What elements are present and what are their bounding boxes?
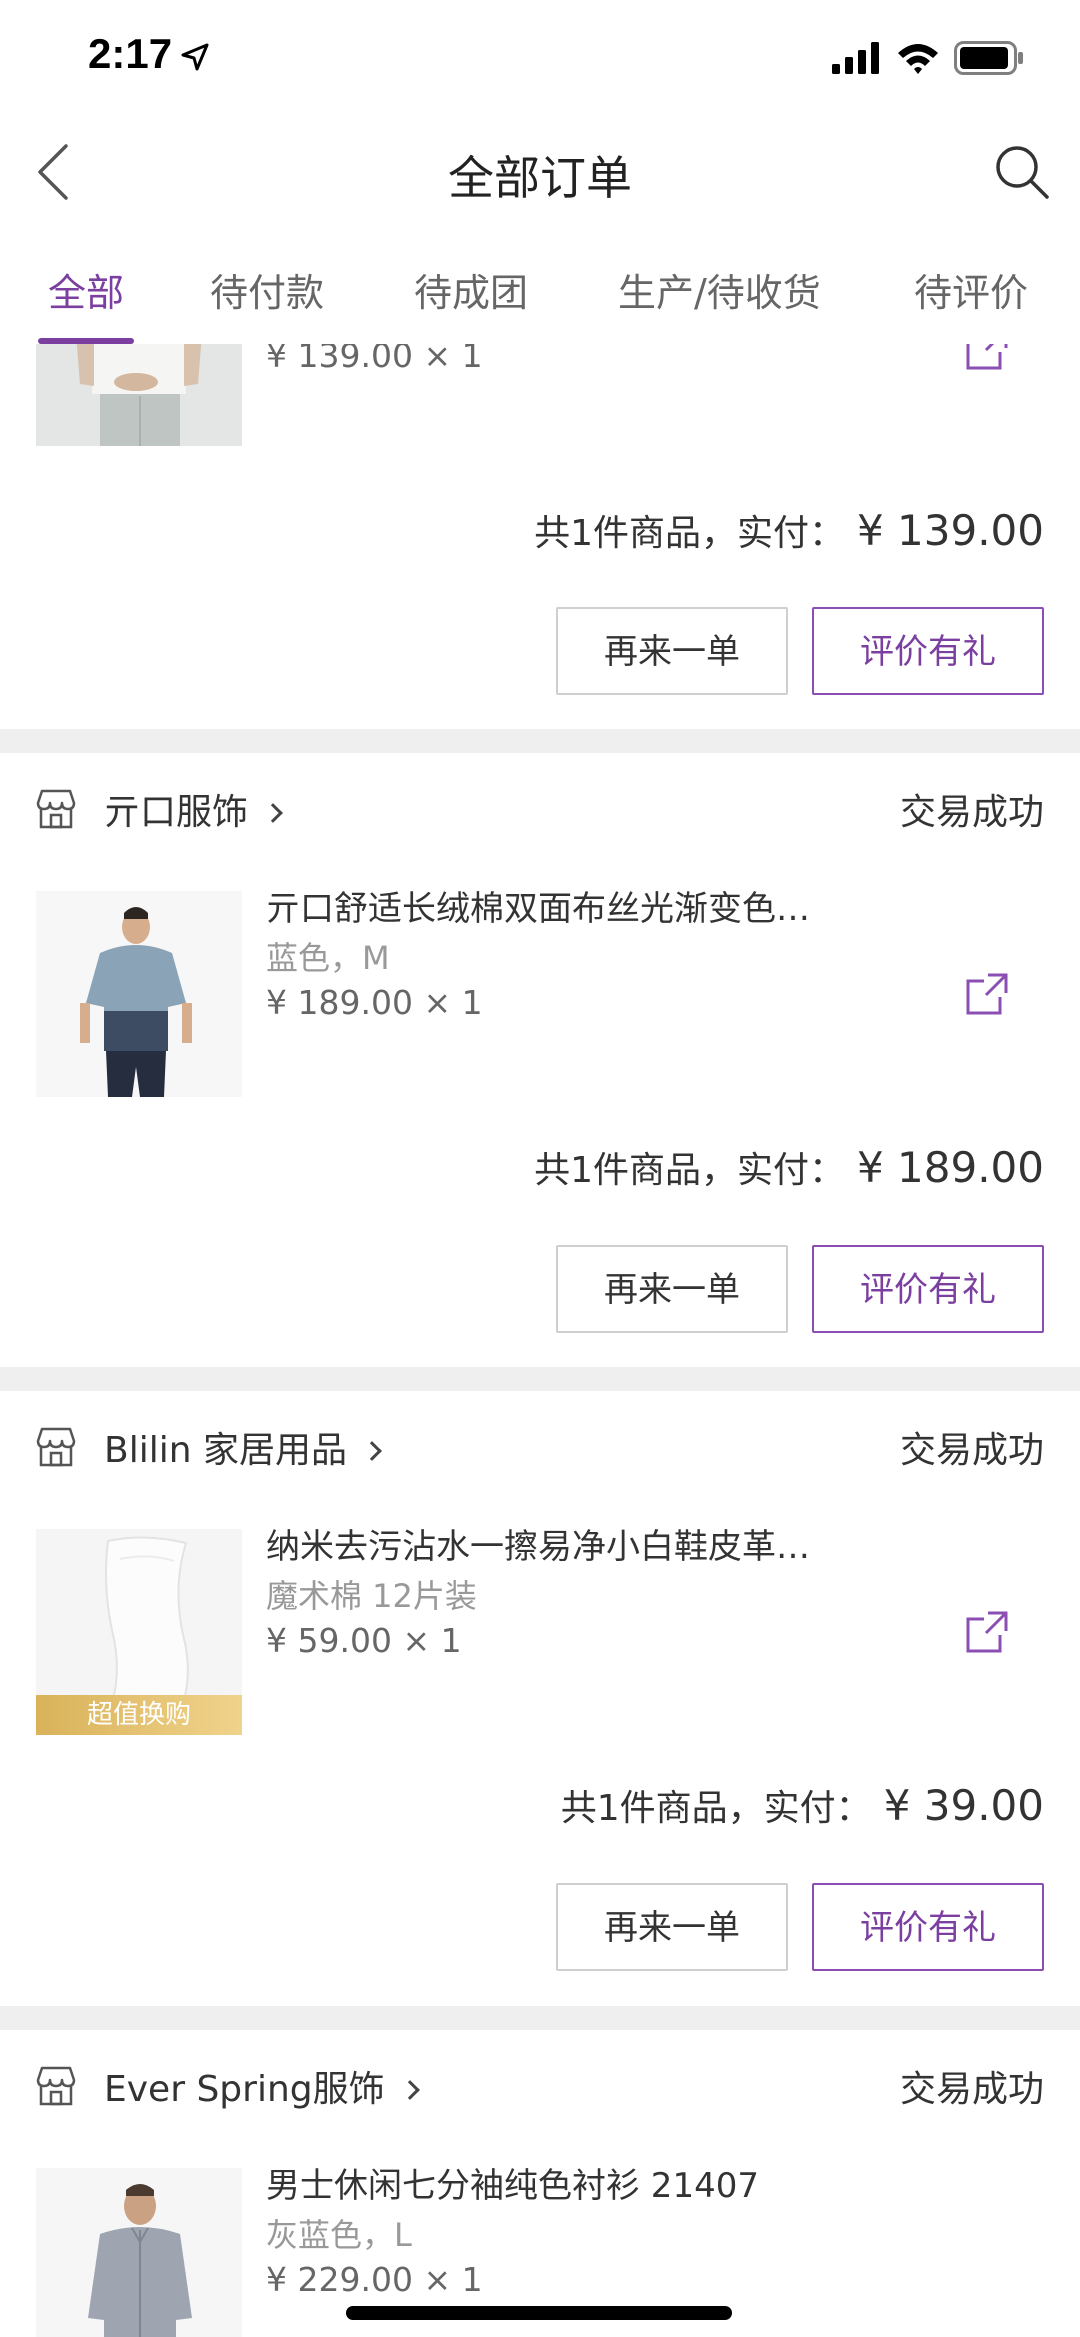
order-separator: [0, 1367, 1080, 1391]
store-icon: [36, 1427, 76, 1467]
product-title[interactable]: 亓口舒适长绒棉双面布丝光渐变色…: [266, 881, 866, 930]
product-variant: 魔术棉 12片装: [266, 1577, 477, 1615]
chevron-right-icon: [362, 1441, 382, 1461]
order-total: 共1件商品，实付： ¥ 39.00: [561, 1779, 1044, 1831]
share-icon[interactable]: [964, 971, 1010, 1017]
total-label: 共1件商品，实付：: [560, 1788, 872, 1829]
chevron-right-icon: [399, 2080, 420, 2100]
total-label: 共1件商品，实付：: [534, 513, 845, 554]
shop-name-text: Ever Spring服饰: [104, 2069, 385, 2110]
order-card: Blilin 家居用品 交易成功 超值换购 纳米去污沾水一擦易净小白鞋皮革… 魔…: [0, 1391, 1080, 2006]
tab-pending-group[interactable]: 待成团: [414, 262, 528, 317]
product-image[interactable]: [36, 891, 242, 1097]
total-amount: ¥ 189.00: [856, 1143, 1044, 1192]
nav-bar: 全部订单: [0, 120, 1080, 224]
cellular-signal-icon: [832, 42, 879, 74]
product-variant: 灰蓝色，L: [266, 2216, 412, 2254]
status-icons: [832, 40, 1024, 76]
promo-badge: 超值换购: [36, 1695, 242, 1735]
product-title[interactable]: 男士休闲七分袖纯色衬衫 21407: [266, 2158, 866, 2207]
reorder-button[interactable]: 再来一单: [556, 607, 788, 695]
store-icon: [36, 789, 76, 829]
order-separator: [0, 729, 1080, 753]
product-price: ¥ 59.00 × 1: [266, 1621, 462, 1660]
order-list[interactable]: ¥ 139.00 × 1 共1件商品，实付： ¥ 139.00 再来一单 评价有礼…: [0, 344, 1080, 2337]
chevron-right-icon: [263, 803, 283, 823]
shop-row[interactable]: Ever Spring服饰 交易成功: [0, 2030, 1080, 2140]
order-status: 交易成功: [899, 2069, 1044, 2110]
total-label: 共1件商品，实付：: [534, 1150, 845, 1191]
order-status: 交易成功: [899, 1430, 1044, 1471]
reorder-button[interactable]: 再来一单: [556, 1245, 788, 1333]
search-icon[interactable]: [992, 142, 1052, 202]
store-icon: [36, 2066, 76, 2106]
review-button[interactable]: 评价有礼: [812, 1245, 1044, 1333]
product-price: ¥ 139.00 × 1: [266, 344, 483, 375]
shop-name-text: 亓口服饰: [104, 792, 249, 833]
tab-all[interactable]: 全部: [48, 262, 124, 317]
product-image[interactable]: 超值换购: [36, 1529, 242, 1735]
order-card: ¥ 139.00 × 1 共1件商品，实付： ¥ 139.00 再来一单 评价有礼: [0, 344, 1080, 729]
shirt-model-photo-icon: [36, 2168, 242, 2337]
product-price: ¥ 229.00 × 1: [266, 2260, 483, 2299]
tshirt-photo-icon: [36, 344, 242, 446]
product-image[interactable]: [36, 344, 242, 446]
share-icon[interactable]: [964, 344, 1010, 372]
order-total: 共1件商品，实付： ¥ 189.00: [534, 1141, 1044, 1193]
order-total: 共1件商品，实付： ¥ 139.00: [534, 504, 1044, 556]
order-separator: [0, 2006, 1080, 2030]
reorder-button[interactable]: 再来一单: [556, 1883, 788, 1971]
tab-pending-review[interactable]: 待评价: [914, 262, 1028, 317]
total-amount: ¥ 139.00: [856, 506, 1044, 555]
location-arrow-icon: [181, 43, 209, 71]
page-title: 全部订单: [448, 151, 632, 205]
product-price: ¥ 189.00 × 1: [266, 983, 483, 1022]
battery-icon: [954, 41, 1023, 75]
status-time: 2:17: [88, 30, 173, 77]
order-tabs: 全部 待付款 待成团 生产/待收货 待评价: [0, 250, 1080, 346]
shop-name-text: Blilin 家居用品: [104, 1430, 347, 1471]
shop-name[interactable]: Blilin 家居用品: [104, 1421, 382, 1473]
shop-name[interactable]: Ever Spring服饰: [104, 2060, 420, 2112]
order-card: 亓口服饰 交易成功 亓口舒适长绒棉双面布丝光渐变色… 蓝色，M ¥ 189.00…: [0, 753, 1080, 1367]
tab-pending-payment[interactable]: 待付款: [210, 262, 324, 317]
product-variant: 蓝色，M: [266, 939, 390, 977]
order-status: 交易成功: [899, 792, 1044, 833]
shop-row[interactable]: Blilin 家居用品 交易成功: [0, 1391, 1080, 1501]
product-image[interactable]: [36, 2168, 242, 2337]
order-card: Ever Spring服饰 交易成功 男士休闲七分袖纯色衬衫 21407 灰蓝色…: [0, 2030, 1080, 2337]
tab-shipping[interactable]: 生产/待收货: [618, 262, 821, 317]
review-button[interactable]: 评价有礼: [812, 1883, 1044, 1971]
share-icon[interactable]: [964, 1609, 1010, 1655]
status-bar: 2:17: [0, 0, 1080, 120]
shop-row[interactable]: 亓口服饰 交易成功: [0, 753, 1080, 863]
shop-name[interactable]: 亓口服饰: [104, 783, 283, 835]
review-button[interactable]: 评价有礼: [812, 607, 1044, 695]
wifi-icon: [898, 44, 938, 74]
home-indicator: [346, 2306, 732, 2320]
tshirt-model-photo-icon: [36, 891, 242, 1097]
product-title[interactable]: 纳米去污沾水一擦易净小白鞋皮革…: [266, 1519, 866, 1568]
total-amount: ¥ 39.00: [883, 1781, 1044, 1830]
